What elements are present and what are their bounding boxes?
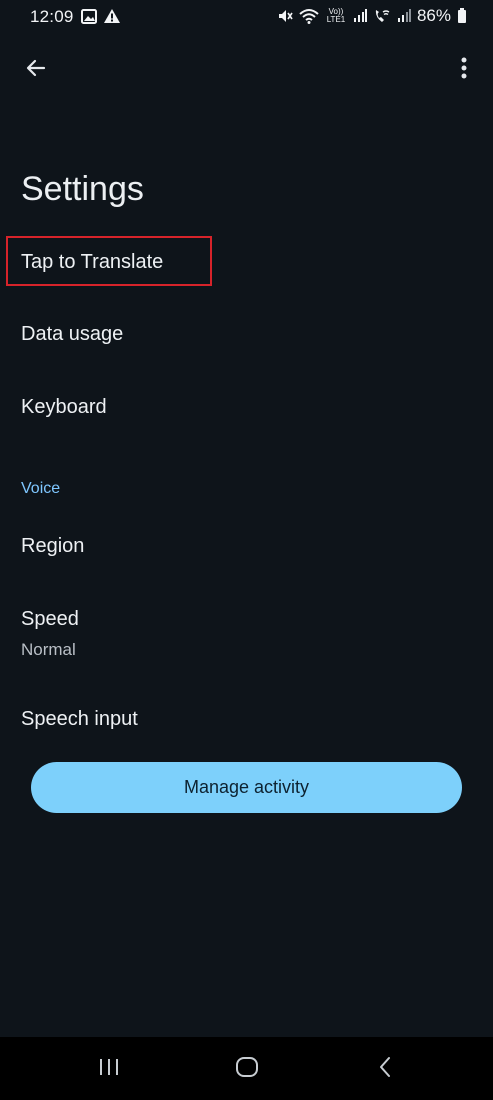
chevron-left-icon — [378, 1056, 392, 1083]
home-icon — [235, 1056, 259, 1083]
app-bar — [0, 44, 493, 100]
setting-speech-input[interactable]: Speech input — [0, 696, 493, 746]
more-options-button[interactable] — [449, 50, 479, 90]
setting-title: Keyboard — [21, 396, 107, 418]
volte-label: Vo)) LTE1 — [326, 7, 346, 24]
mute-icon — [277, 8, 293, 24]
setting-keyboard[interactable]: Keyboard — [0, 383, 493, 433]
page-title: Settings — [21, 170, 144, 208]
section-header-voice: Voice — [21, 480, 61, 497]
battery-icon — [457, 8, 467, 24]
setting-region[interactable]: Region — [0, 522, 493, 572]
setting-speed[interactable]: Speed Normal — [0, 596, 493, 666]
status-time: 12:09 — [30, 7, 74, 26]
back-nav-button[interactable] — [355, 1049, 415, 1089]
setting-title: Region — [21, 535, 85, 557]
setting-data-usage[interactable]: Data usage — [0, 310, 493, 360]
setting-title: Speech input — [21, 708, 138, 730]
setting-title: Data usage — [21, 323, 124, 345]
back-button[interactable] — [16, 50, 56, 90]
signal-2-icon — [397, 9, 411, 23]
status-bar: 12:09 Vo)) LTE1 86% — [0, 0, 493, 34]
navigation-bar — [0, 1037, 493, 1100]
setting-subtitle: Normal — [21, 640, 76, 659]
home-button[interactable] — [217, 1049, 277, 1089]
recent-apps-button[interactable] — [79, 1049, 139, 1089]
gallery-icon — [81, 8, 97, 29]
status-left-icons — [81, 8, 121, 29]
status-right-icons: Vo)) LTE1 86% — [277, 6, 467, 26]
signal-icon — [353, 9, 367, 23]
warning-icon — [103, 8, 121, 29]
wifi-icon — [299, 8, 319, 24]
manage-activity-button[interactable]: Manage activity — [31, 762, 462, 813]
arrow-left-icon — [24, 56, 48, 85]
call-wifi-icon — [373, 8, 391, 24]
battery-percent: 86% — [416, 6, 451, 25]
setting-title: Speed — [21, 608, 79, 630]
recent-apps-icon — [98, 1057, 120, 1082]
more-vert-icon — [461, 57, 467, 84]
highlight-box — [6, 236, 212, 286]
